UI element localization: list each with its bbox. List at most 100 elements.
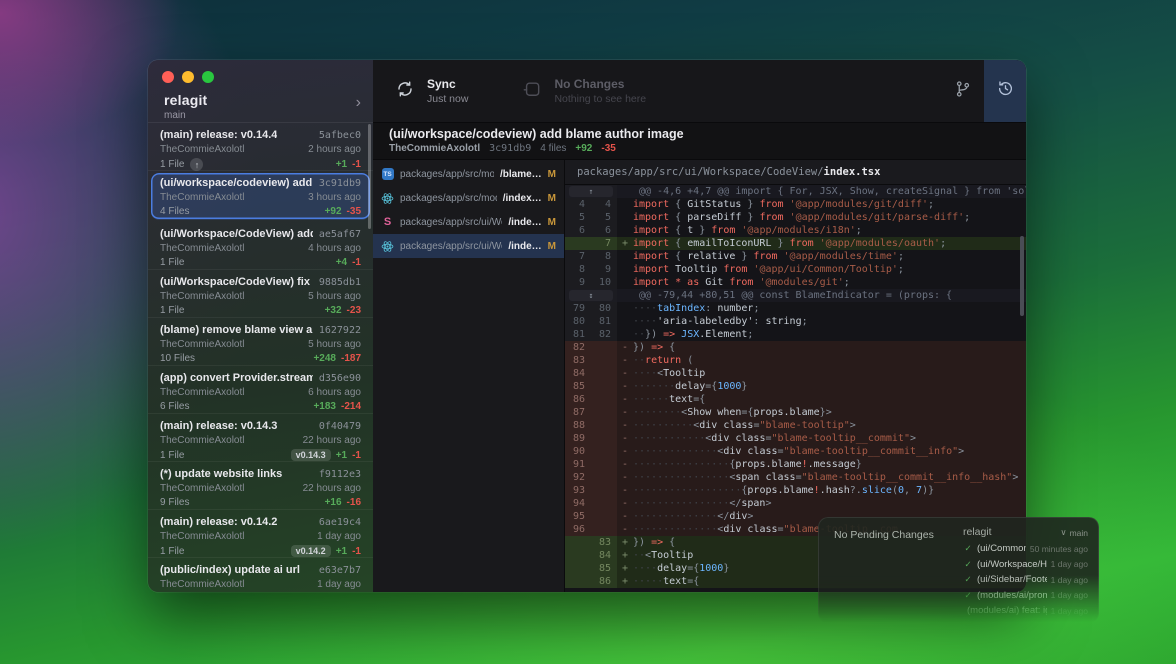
close-window-button[interactable] — [162, 71, 174, 83]
diff-marker: - — [617, 445, 633, 458]
new-line-number: 6 — [591, 224, 617, 237]
new-line-number: 8 — [591, 250, 617, 263]
commit-time: 3 hours ago — [308, 192, 361, 203]
commit-list-item[interactable]: (blame) remove blame view and ad…1627922… — [148, 318, 373, 366]
file-list-item[interactable]: packages/app/src/module…/index…M — [373, 186, 564, 210]
commit-title-row: (ui/Workspace/CodeView) add size …ae5af6… — [160, 228, 361, 240]
sidebar: relagit main › (main) release: v0.14.45a… — [148, 60, 373, 592]
old-line-number: 83 — [565, 354, 591, 367]
commit-title-row: (ui/Workspace/CodeView) fix not s…9885db… — [160, 276, 361, 288]
new-line-number: 9 — [591, 263, 617, 276]
old-line-number — [565, 549, 591, 562]
diff-line: 66import { t } from '@app/modules/i18n'; — [565, 224, 1026, 237]
commit-title-row: (*) update website linksf9112e3 — [160, 468, 361, 480]
code-content: ················</span> — [633, 497, 1026, 510]
chevron-down-icon: ∨ — [1060, 527, 1066, 538]
diff-marker: - — [617, 393, 633, 406]
diff-line: 910import * as Git from '@modules/git'; — [565, 276, 1026, 289]
popup-commit-message: (modules/ai) feat: ignor… — [967, 605, 1047, 616]
commit-file-count: 10 Files — [160, 353, 195, 364]
commit-message: (*) update website links — [160, 468, 282, 480]
file-list-item[interactable]: Spackages/app/src/ui/Work…/inde…M — [373, 210, 564, 234]
commit-list-item[interactable]: (ui/Workspace/CodeView) add size …ae5af6… — [148, 222, 373, 270]
commit-hash: 5afbec0 — [319, 130, 361, 141]
commit-hash: e63e7b7 — [319, 565, 361, 576]
old-line-number: 79 — [565, 302, 591, 315]
diff-line: 8182··}) => JSX.Element; — [565, 328, 1026, 341]
diff-marker: - — [617, 354, 633, 367]
popup-commit-item[interactable]: ✓(README) …1 day ago — [963, 619, 1088, 635]
diff-marker: - — [617, 471, 633, 484]
commit-button[interactable]: No Changes Nothing to see here — [508, 60, 660, 122]
expand-hunk-button[interactable]: ↕ — [569, 290, 613, 301]
commit-list-item[interactable]: (main) release: v0.14.26ae19c4 TheCommieA… — [148, 510, 373, 558]
file-list-item[interactable]: TSpackages/app/src/module…/blame…M — [373, 162, 564, 186]
zoom-window-button[interactable] — [202, 71, 214, 83]
diff-line: 82-}) => { — [565, 341, 1026, 354]
popup-commit-item[interactable]: (modules/ai) feat: ignor… 1 day ago — [963, 603, 1088, 619]
old-line-number: 8 — [565, 263, 591, 276]
sync-button[interactable]: Sync Just now — [381, 60, 482, 122]
old-line-number: 87 — [565, 406, 591, 419]
commit-meta-row: TheCommieAxolotl2 hours ago — [160, 144, 361, 155]
minimize-window-button[interactable] — [182, 71, 194, 83]
commit-list-item[interactable]: (public/index) update ai urle63e7b7TheCo… — [148, 558, 373, 592]
sidebar-scrollbar[interactable] — [368, 124, 371, 229]
checkmark-icon: ✓ — [963, 574, 973, 585]
popup-branch-select[interactable]: ∨ main — [1060, 527, 1088, 538]
popup-commit-time: 1 day ago — [1051, 606, 1088, 616]
code-content: ················<span class="blame-toolt… — [633, 471, 1026, 484]
commit-meta-row: TheCommieAxolotl1 day ago — [160, 531, 361, 542]
code-content: import { relative } from '@app/modules/t… — [633, 250, 1026, 263]
history-button[interactable] — [984, 60, 1026, 122]
diff-line: 90-··············<div class="blame-toolt… — [565, 445, 1026, 458]
repo-switcher[interactable]: relagit main › — [148, 83, 373, 121]
commit-list-item[interactable]: (app) convert Provider.stream to As…d356… — [148, 366, 373, 414]
popup-repo-name: relagit — [963, 526, 992, 538]
diff-line: 44import { GitStatus } from '@app/module… — [565, 198, 1026, 211]
commit-deletions: -35 — [601, 143, 615, 154]
commit-list-item[interactable]: (ui/Workspace/CodeView) fix not s…9885db… — [148, 270, 373, 318]
checkmark-icon: ✓ — [963, 621, 973, 632]
commit-message: (ui/workspace/codeview) add blam… — [160, 177, 313, 189]
commit-title-row: (main) release: v0.14.26ae19c4 — [160, 516, 361, 528]
diff-marker: + — [617, 575, 633, 588]
diff-line: 88-··········<div class="blame-tooltip"> — [565, 419, 1026, 432]
diff-marker: - — [617, 497, 633, 510]
commit-author: TheCommieAxolotl — [160, 291, 244, 302]
commit-author: TheCommieAxolotl — [160, 243, 244, 254]
diff-marker — [617, 263, 633, 276]
new-line-number: 83 — [591, 536, 617, 549]
popup-commit-item[interactable]: ✓(ui/Sidebar/Footer) …1 day ago — [963, 572, 1088, 588]
quick-view-popup: No Pending Changes relagit ∨ main ✓(ui/C… — [818, 517, 1099, 623]
commit-time: 22 hours ago — [303, 435, 361, 446]
file-directory: packages/app/src/module… — [400, 169, 494, 180]
popup-commit-message: (README) … — [977, 621, 1036, 632]
git-branch-icon — [954, 80, 972, 103]
commit-file-count: 1 File — [160, 305, 184, 316]
commit-title-row: (blame) remove blame view and ad…1627922 — [160, 324, 361, 336]
popup-commit-item[interactable]: ✓(ui/Common/T…50 minutes ago — [963, 541, 1088, 557]
branches-button[interactable] — [942, 60, 984, 122]
popup-commit-item[interactable]: ✓(modules/ai/prompt…1 day ago — [963, 588, 1088, 604]
commit-list-item[interactable]: (ui/workspace/codeview) add blam…3c91db9… — [151, 173, 370, 220]
commit-box-icon — [522, 79, 542, 104]
diff-marker: - — [617, 458, 633, 471]
expand-hunk-button[interactable]: ↑ — [569, 186, 613, 197]
popup-commit-item[interactable]: ✓(ui/Workspace/Hea…1 day ago — [963, 557, 1088, 573]
window-controls — [148, 60, 373, 83]
commit-list-item[interactable]: (main) release: v0.14.45afbec0TheCommieA… — [148, 123, 373, 171]
additions-count: +1 — [336, 450, 347, 461]
new-line-number — [591, 341, 617, 354]
commit-list-item[interactable]: (*) update website linksf9112e3TheCommie… — [148, 462, 373, 510]
diff-scrollbar[interactable] — [1020, 236, 1024, 316]
commit-badges: v0.14.3+1-1 — [291, 449, 361, 461]
old-line-number — [565, 575, 591, 588]
commit-badges: +4-1 — [336, 257, 361, 268]
code-content: ····<Tooltip — [633, 367, 1026, 380]
file-list-item[interactable]: packages/app/src/ui/Works…/inde…M — [373, 234, 564, 258]
diff-marker: - — [617, 367, 633, 380]
commit-list-item[interactable]: (main) release: v0.14.30f40479TheCommieA… — [148, 414, 373, 462]
diff-marker: + — [617, 549, 633, 562]
commit-title-row: (app) convert Provider.stream to As…d356… — [160, 372, 361, 384]
